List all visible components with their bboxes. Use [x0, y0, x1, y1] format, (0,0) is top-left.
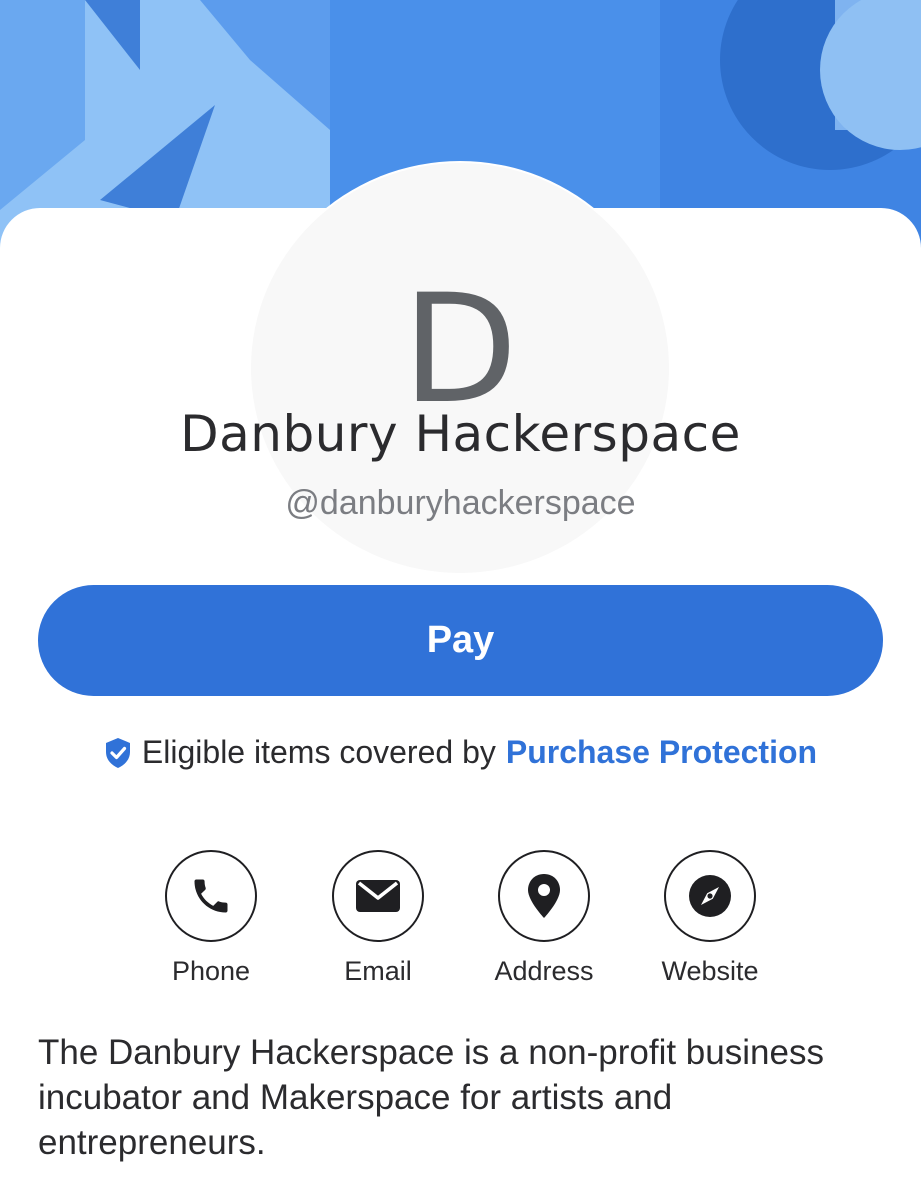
- contact-actions: Phone Email Address Website: [0, 850, 921, 1000]
- compass-icon: [689, 875, 731, 917]
- protection-text: Eligible items covered by: [141, 734, 496, 770]
- envelope-icon: [356, 880, 400, 912]
- contact-phone[interactable]: Phone: [141, 850, 281, 987]
- map-pin-icon: [528, 874, 560, 918]
- address-button[interactable]: [498, 850, 590, 942]
- profile-handle: @danburyhackerspace: [285, 484, 636, 522]
- website-button[interactable]: [664, 850, 756, 942]
- contact-label-email: Email: [344, 956, 412, 986]
- profile-name: Danbury Hackerspace: [180, 405, 741, 463]
- contact-email[interactable]: Email: [308, 850, 448, 987]
- phone-button[interactable]: [165, 850, 257, 942]
- contact-label-website: Website: [661, 956, 759, 986]
- shield-check-icon: [104, 737, 132, 769]
- contact-label-address: Address: [494, 956, 594, 986]
- contact-address[interactable]: Address: [474, 850, 614, 987]
- pay-button[interactable]: Pay: [38, 585, 883, 696]
- purchase-protection-notice: Eligible items covered by Purchase Prote…: [0, 734, 921, 771]
- phone-icon: [194, 879, 228, 913]
- email-button[interactable]: [332, 850, 424, 942]
- contact-label-phone: Phone: [171, 956, 251, 986]
- profile-bio: The Danbury Hackerspace is a non-profit …: [38, 1033, 824, 1162]
- avatar-initial: D: [402, 263, 518, 437]
- contact-website[interactable]: Website: [640, 850, 780, 987]
- purchase-protection-link[interactable]: Purchase Protection: [506, 734, 817, 771]
